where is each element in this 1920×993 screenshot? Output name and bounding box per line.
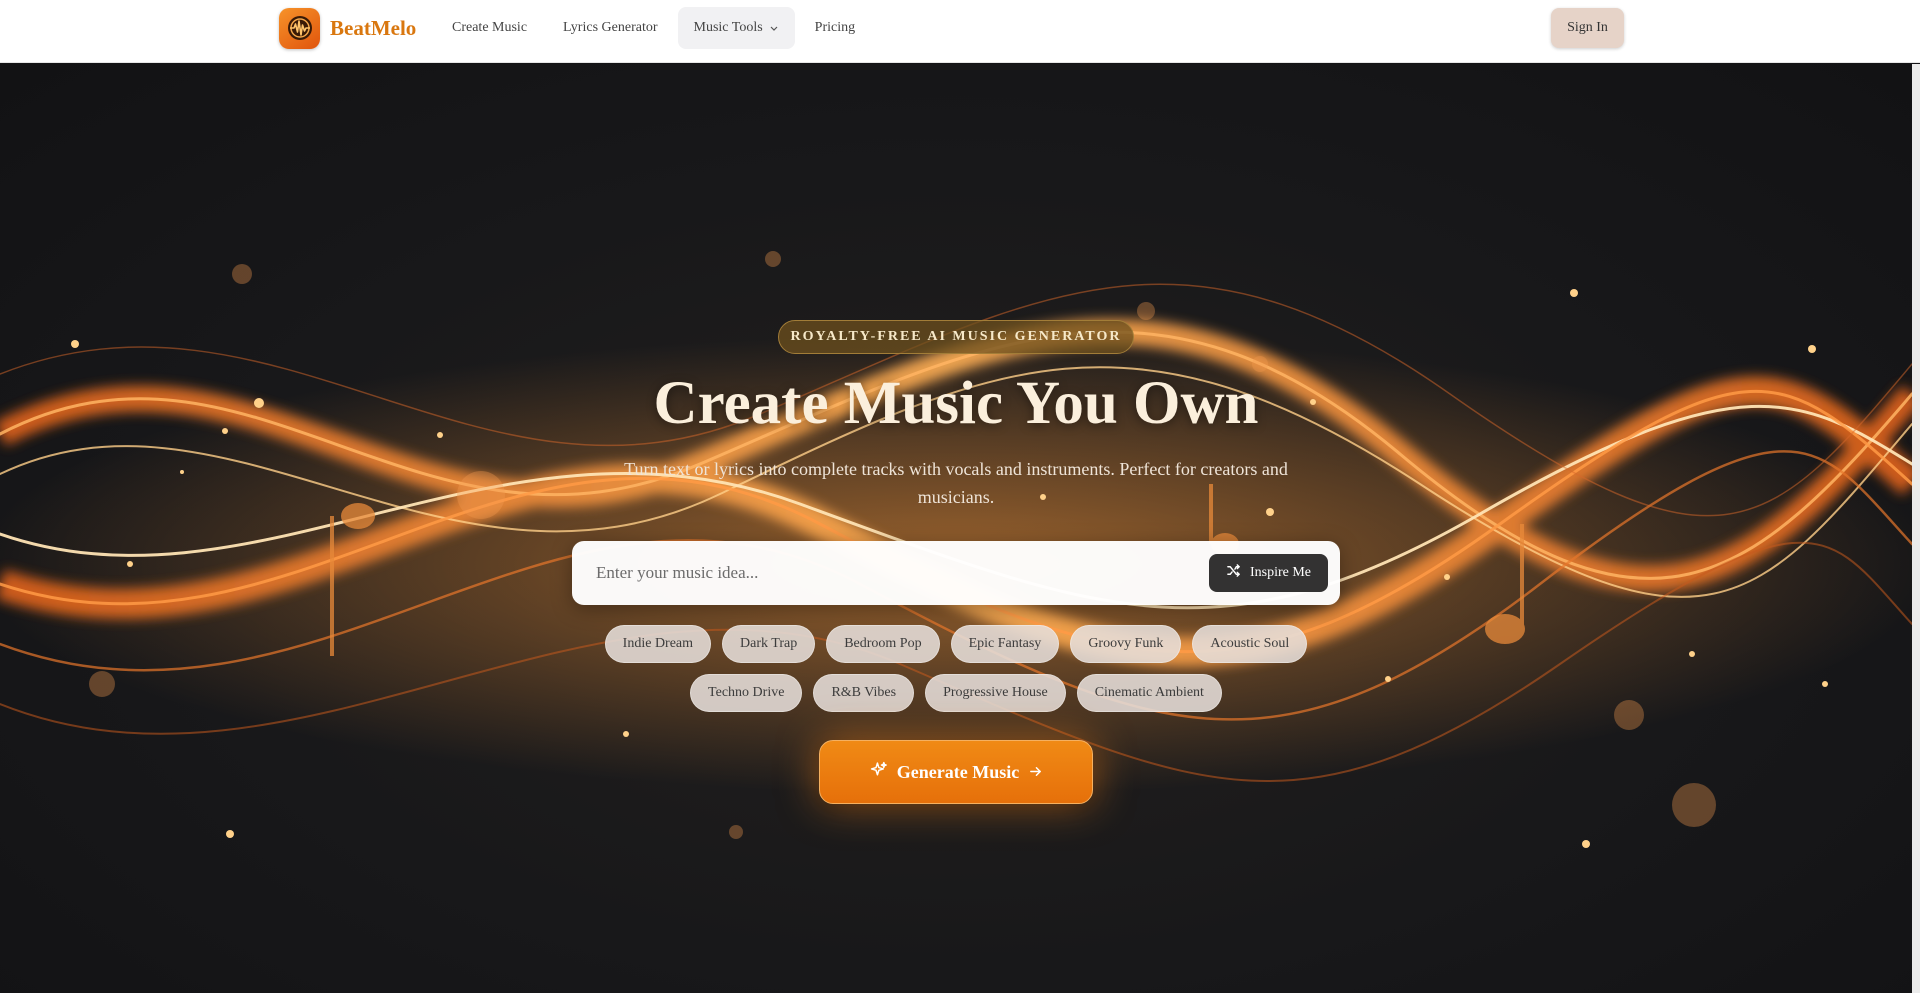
nav-links: Create Music Lyrics Generator Music Tool…	[436, 7, 875, 49]
generate-music-button[interactable]: Generate Music	[819, 740, 1093, 804]
top-navbar: BeatMelo Create Music Lyrics Generator M…	[0, 0, 1920, 63]
sparkles-icon	[870, 761, 887, 783]
hero-subtitle: Turn text or lyrics into complete tracks…	[624, 459, 1288, 507]
tag-chip[interactable]: Dark Trap	[722, 625, 816, 663]
tag-chip[interactable]: Cinematic Ambient	[1076, 674, 1222, 712]
hero-background-waves	[0, 251, 1912, 848]
style-tags: Indie Dream Dark Trap Bedroom Pop Epic F…	[572, 625, 1340, 712]
music-idea-search: Inspire Me	[572, 541, 1340, 605]
sign-in-button[interactable]: Sign In	[1551, 8, 1624, 48]
tag-chip[interactable]: Bedroom Pop	[826, 625, 940, 663]
shuffle-icon	[1226, 563, 1241, 583]
nav-pricing-label: Pricing	[814, 20, 856, 35]
nav-music-tools-dropdown[interactable]: Music Tools	[677, 7, 795, 49]
brand[interactable]: BeatMelo	[279, 7, 417, 49]
arrow-right-icon	[1029, 762, 1042, 783]
chevron-down-icon	[769, 23, 779, 33]
nav-lyrics-generator-label: Lyrics Generator	[563, 20, 658, 35]
nav-create-music-label: Create Music	[452, 20, 528, 35]
hero-title: Create Music You Own	[653, 370, 1259, 437]
logo-icon	[279, 7, 320, 49]
tag-chip[interactable]: Progressive House	[925, 674, 1066, 712]
hero-section: ROYALTY-FREE AI MUSIC GENERATOR Create M…	[0, 64, 1912, 993]
tag-chip[interactable]: R&B Vibes	[813, 674, 915, 712]
page-scrollbar[interactable]	[1912, 64, 1920, 993]
tag-chip[interactable]: Epic Fantasy	[950, 625, 1060, 663]
music-idea-input[interactable]	[596, 555, 1176, 591]
nav-create-music[interactable]: Create Music	[436, 7, 543, 49]
tag-chip[interactable]: Groovy Funk	[1070, 625, 1182, 663]
generate-music-label: Generate Music	[896, 761, 1020, 782]
nav-lyrics-generator[interactable]: Lyrics Generator	[547, 7, 673, 49]
inspire-me-button[interactable]: Inspire Me	[1209, 554, 1328, 592]
tag-chip[interactable]: Acoustic Soul	[1192, 625, 1308, 663]
inspire-me-label: Inspire Me	[1249, 565, 1312, 580]
tag-chip[interactable]: Indie Dream	[604, 625, 712, 663]
brand-name: BeatMelo	[330, 15, 417, 40]
tag-chip[interactable]: Techno Drive	[690, 674, 803, 712]
hero-badge: ROYALTY-FREE AI MUSIC GENERATOR	[778, 320, 1134, 354]
nav-pricing[interactable]: Pricing	[799, 7, 871, 49]
nav-music-tools-label: Music Tools	[693, 20, 763, 35]
